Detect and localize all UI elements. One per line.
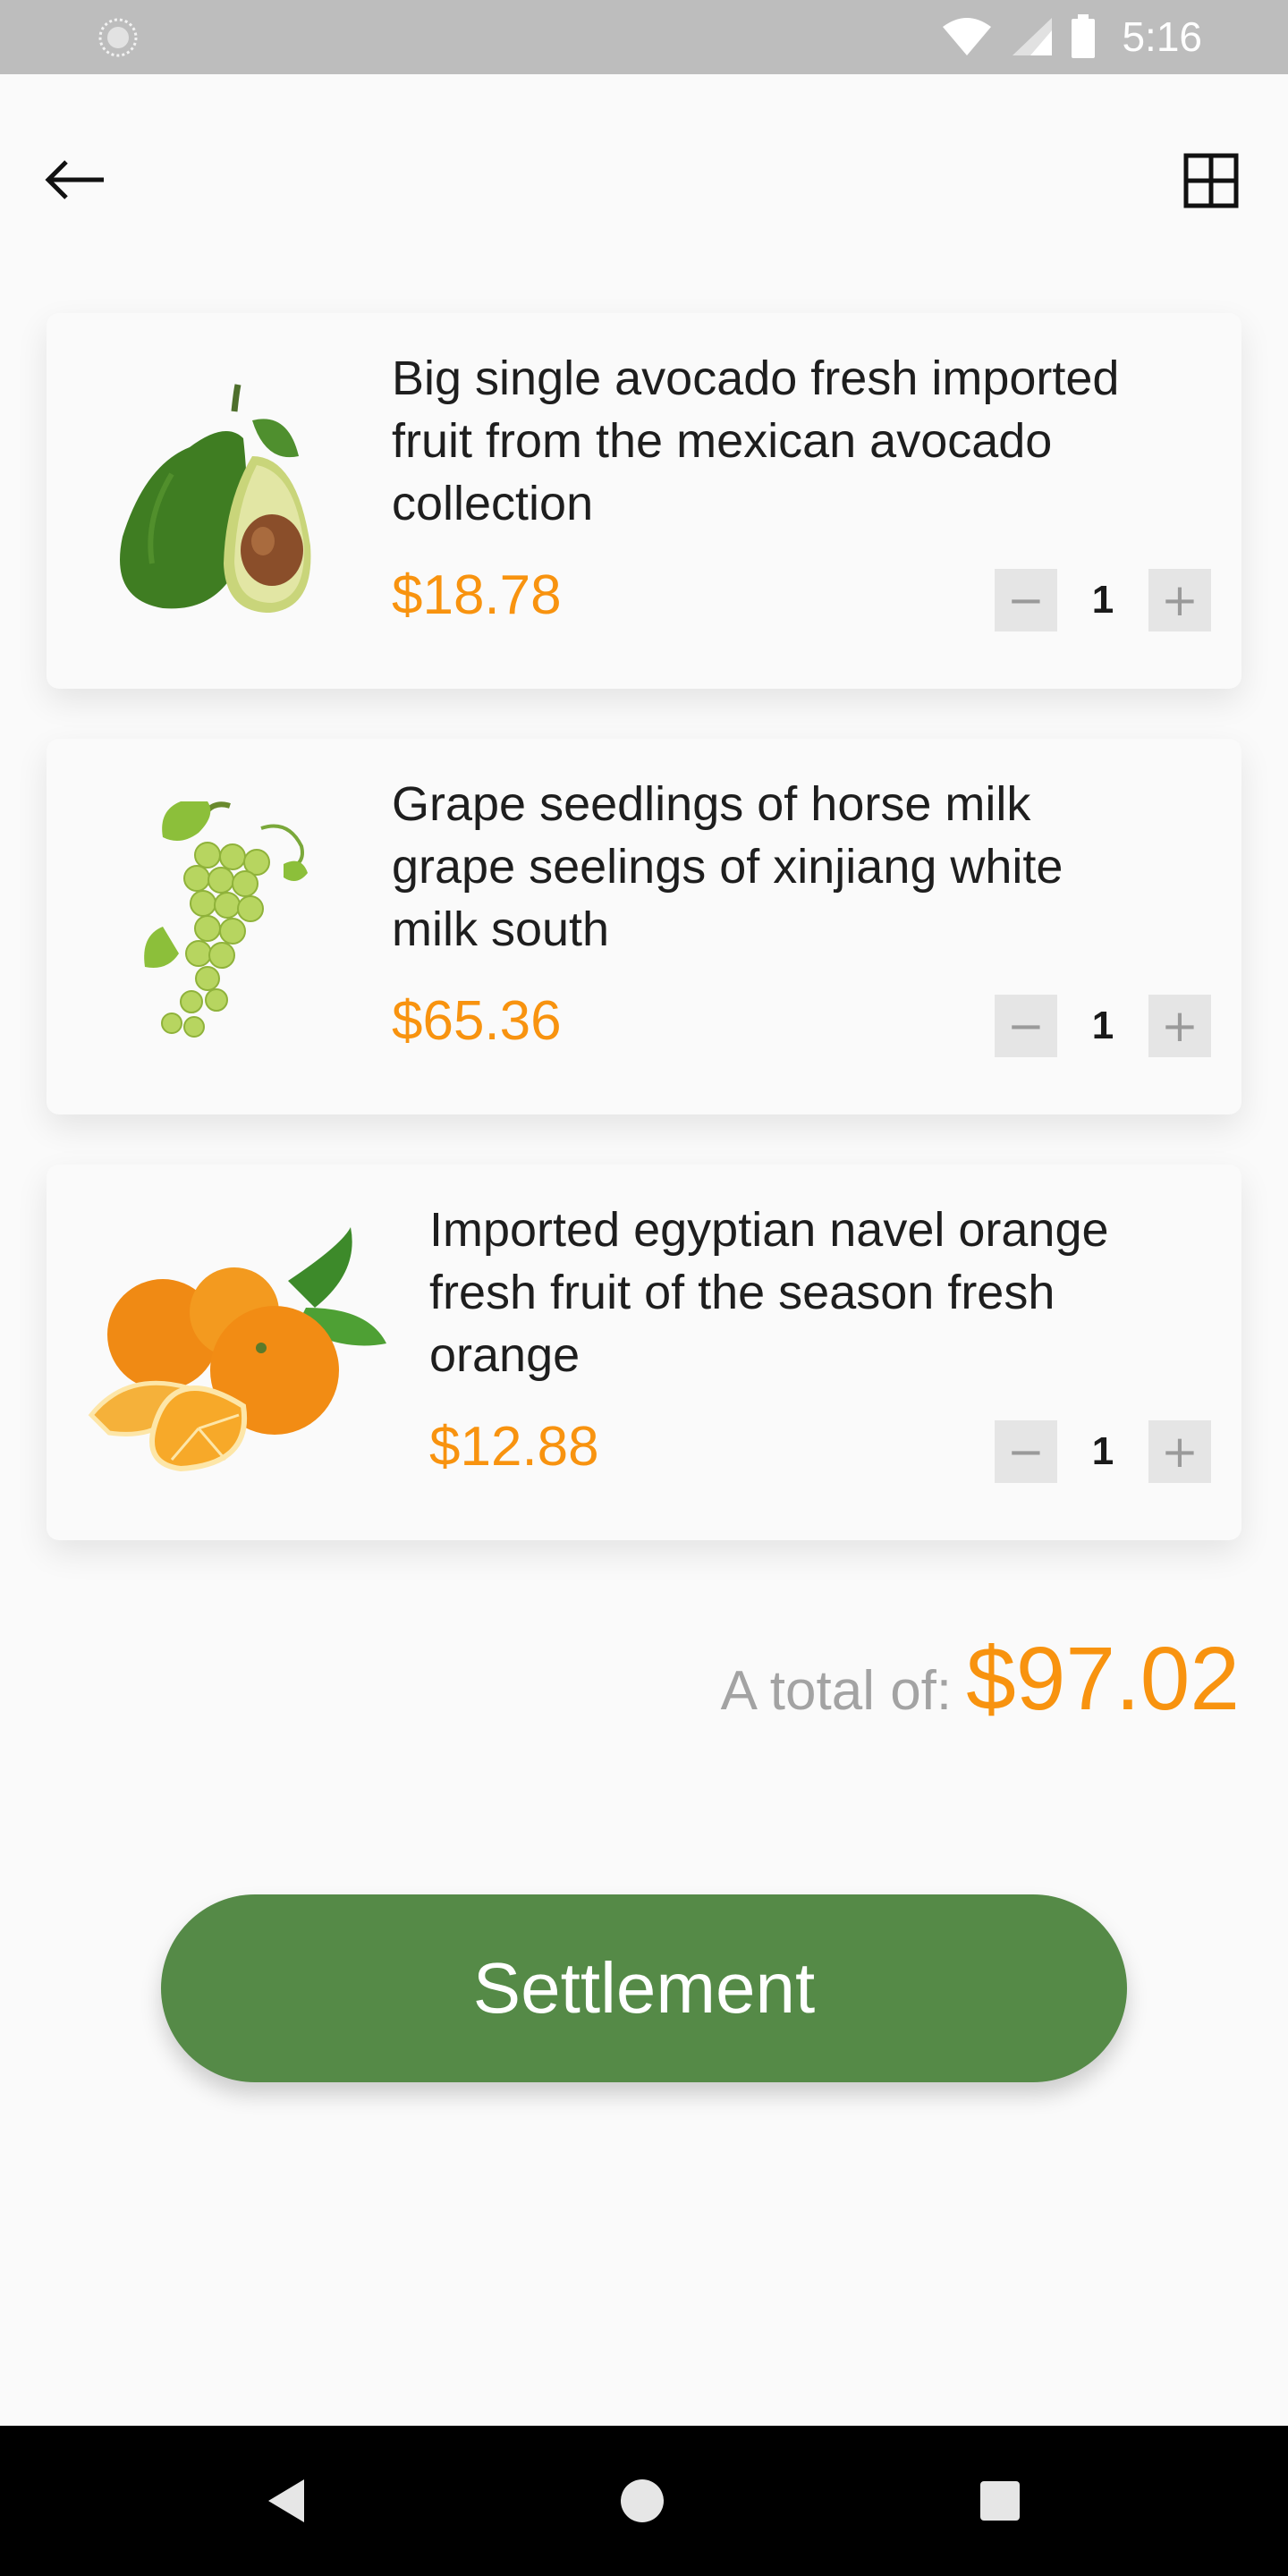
increase-button[interactable]: + — [1148, 995, 1211, 1057]
grid-view-icon[interactable] — [1177, 148, 1249, 211]
product-title: Big single avocado fresh imported fruit … — [392, 352, 1120, 530]
quantity-value: 1 — [1091, 1004, 1114, 1047]
settlement-button[interactable]: Settlement — [161, 1894, 1127, 2082]
status-icons: 5:16 — [941, 7, 1202, 66]
nav-recents-icon[interactable] — [980, 2481, 1020, 2521]
battery-icon — [1072, 14, 1096, 58]
nav-back-icon[interactable] — [265, 2476, 308, 2526]
decrease-button[interactable]: − — [995, 995, 1057, 1057]
increase-button[interactable]: + — [1148, 569, 1211, 631]
increase-button[interactable]: + — [1148, 1420, 1211, 1483]
signal-icon — [1013, 18, 1053, 55]
status-time: 5:16 — [1122, 13, 1202, 60]
quantity-value: 1 — [1091, 1429, 1114, 1473]
sync-icon — [98, 18, 138, 57]
product-title: Imported egyptian navel orange fresh fru… — [429, 1203, 1109, 1382]
avocado-image — [120, 384, 311, 613]
quantity-stepper: − 1 + — [995, 569, 1211, 631]
decrease-button[interactable]: − — [995, 1420, 1057, 1483]
decrease-button[interactable]: − — [995, 569, 1057, 631]
system-nav-bar — [0, 2426, 1288, 2576]
product-title: Grape seedlings of horse milk grape seel… — [392, 777, 1063, 956]
grape-image — [144, 801, 308, 1038]
status-bar: 5:16 — [0, 0, 1288, 74]
cart-item-avocado[interactable]: Big single avocado fresh imported fruit … — [47, 313, 1241, 689]
product-price: $65.36 — [392, 990, 562, 1052]
wifi-icon — [943, 18, 992, 55]
quantity-stepper: − 1 + — [995, 1420, 1211, 1483]
back-arrow-icon[interactable] — [38, 148, 118, 211]
quantity-value: 1 — [1091, 578, 1114, 622]
order-total: A total of: $97.02 — [721, 1628, 1240, 1731]
product-price: $18.78 — [392, 564, 562, 626]
cart-screen: 5:16 Big single avocado fresh imported f… — [0, 0, 1288, 2576]
cart-item-orange[interactable]: Imported egyptian navel orange fresh fru… — [47, 1165, 1241, 1540]
nav-home-icon[interactable] — [621, 2479, 664, 2522]
product-price: $12.88 — [429, 1416, 599, 1478]
total-amount: $97.02 — [966, 1629, 1240, 1729]
orange-image — [88, 1227, 386, 1472]
cart-item-grape[interactable]: Grape seedlings of horse milk grape seel… — [47, 739, 1241, 1114]
quantity-stepper: − 1 + — [995, 995, 1211, 1057]
total-label: A total of: — [720, 1660, 953, 1722]
